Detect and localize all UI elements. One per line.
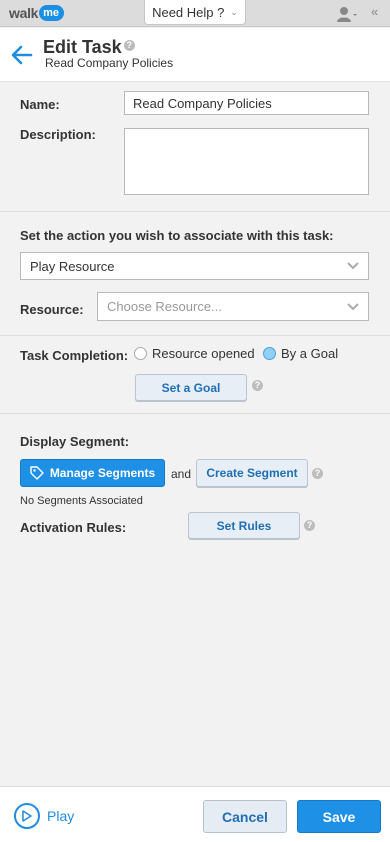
action-label: Set the action you wish to associate wit… (20, 228, 334, 243)
chevron-down-icon (347, 262, 359, 270)
footer: Play Cancel Save (0, 786, 390, 842)
double-chevron-left-icon[interactable]: « (371, 4, 378, 19)
top-bar: walk me Need Help ? ⌄ « (0, 0, 390, 27)
user-icon[interactable] (337, 6, 357, 22)
chevron-down-icon (347, 302, 359, 310)
arrow-left-icon[interactable] (9, 42, 35, 68)
manage-segments-button[interactable]: Manage Segments (20, 459, 165, 487)
divider (0, 335, 390, 336)
save-button[interactable]: Save (297, 800, 381, 833)
walkme-logo: walk me (9, 4, 65, 22)
create-segment-button[interactable]: Create Segment (196, 459, 308, 487)
play-label: Play (47, 808, 75, 824)
description-label: Description: (20, 127, 96, 142)
play-button[interactable]: Play (14, 803, 74, 829)
logo-walk-text: walk (9, 5, 39, 21)
set-goal-button[interactable]: Set a Goal (135, 374, 247, 401)
cancel-button[interactable]: Cancel (203, 800, 287, 833)
name-label: Name: (20, 97, 60, 112)
no-segments-text: No Segments Associated (20, 495, 143, 507)
name-input[interactable]: Read Company Policies (124, 91, 369, 115)
radio-label: Resource opened (152, 346, 255, 361)
activation-rules-label: Activation Rules: (20, 520, 127, 535)
question-icon[interactable]: ? (123, 40, 135, 51)
need-help-dropdown[interactable]: Need Help ? ⌄ (144, 0, 246, 25)
logo-me-badge: me (39, 5, 65, 21)
radio-by-a-goal[interactable]: By a Goal (263, 346, 338, 361)
display-segment-label: Display Segment: (20, 434, 130, 449)
radio-button-selected[interactable] (263, 347, 276, 360)
page-title: Edit Task? (43, 37, 135, 58)
radio-label: By a Goal (281, 346, 339, 361)
set-rules-button[interactable]: Set Rules (188, 512, 300, 539)
chevron-down-icon: ⌄ (230, 6, 238, 17)
play-icon (14, 803, 40, 829)
action-select[interactable]: Play Resource (20, 252, 369, 280)
and-text: and (171, 467, 192, 481)
divider (0, 413, 390, 414)
manage-segments-label: Manage Segments (49, 466, 156, 480)
page-header: Edit Task? Read Company Policies (0, 28, 390, 82)
divider (0, 211, 390, 212)
question-icon[interactable]: ? (312, 468, 323, 479)
radio-resource-opened[interactable]: Resource opened (134, 346, 255, 361)
resource-select-placeholder: Choose Resource... (107, 299, 222, 314)
page-title-text: Edit Task (43, 37, 122, 57)
task-form: Name: Read Company Policies Description:… (0, 82, 390, 786)
action-select-value: Play Resource (30, 258, 115, 274)
page-subtitle: Read Company Policies (45, 56, 174, 70)
description-textarea[interactable] (124, 128, 369, 195)
resource-select[interactable]: Choose Resource... (97, 292, 369, 321)
task-completion-label: Task Completion: (20, 348, 129, 363)
question-icon[interactable]: ? (252, 380, 263, 391)
resource-label: Resource: (20, 302, 84, 317)
tag-icon (30, 466, 44, 480)
radio-button[interactable] (134, 347, 147, 360)
question-icon[interactable]: ? (304, 520, 315, 531)
need-help-label: Need Help ? (152, 4, 225, 20)
